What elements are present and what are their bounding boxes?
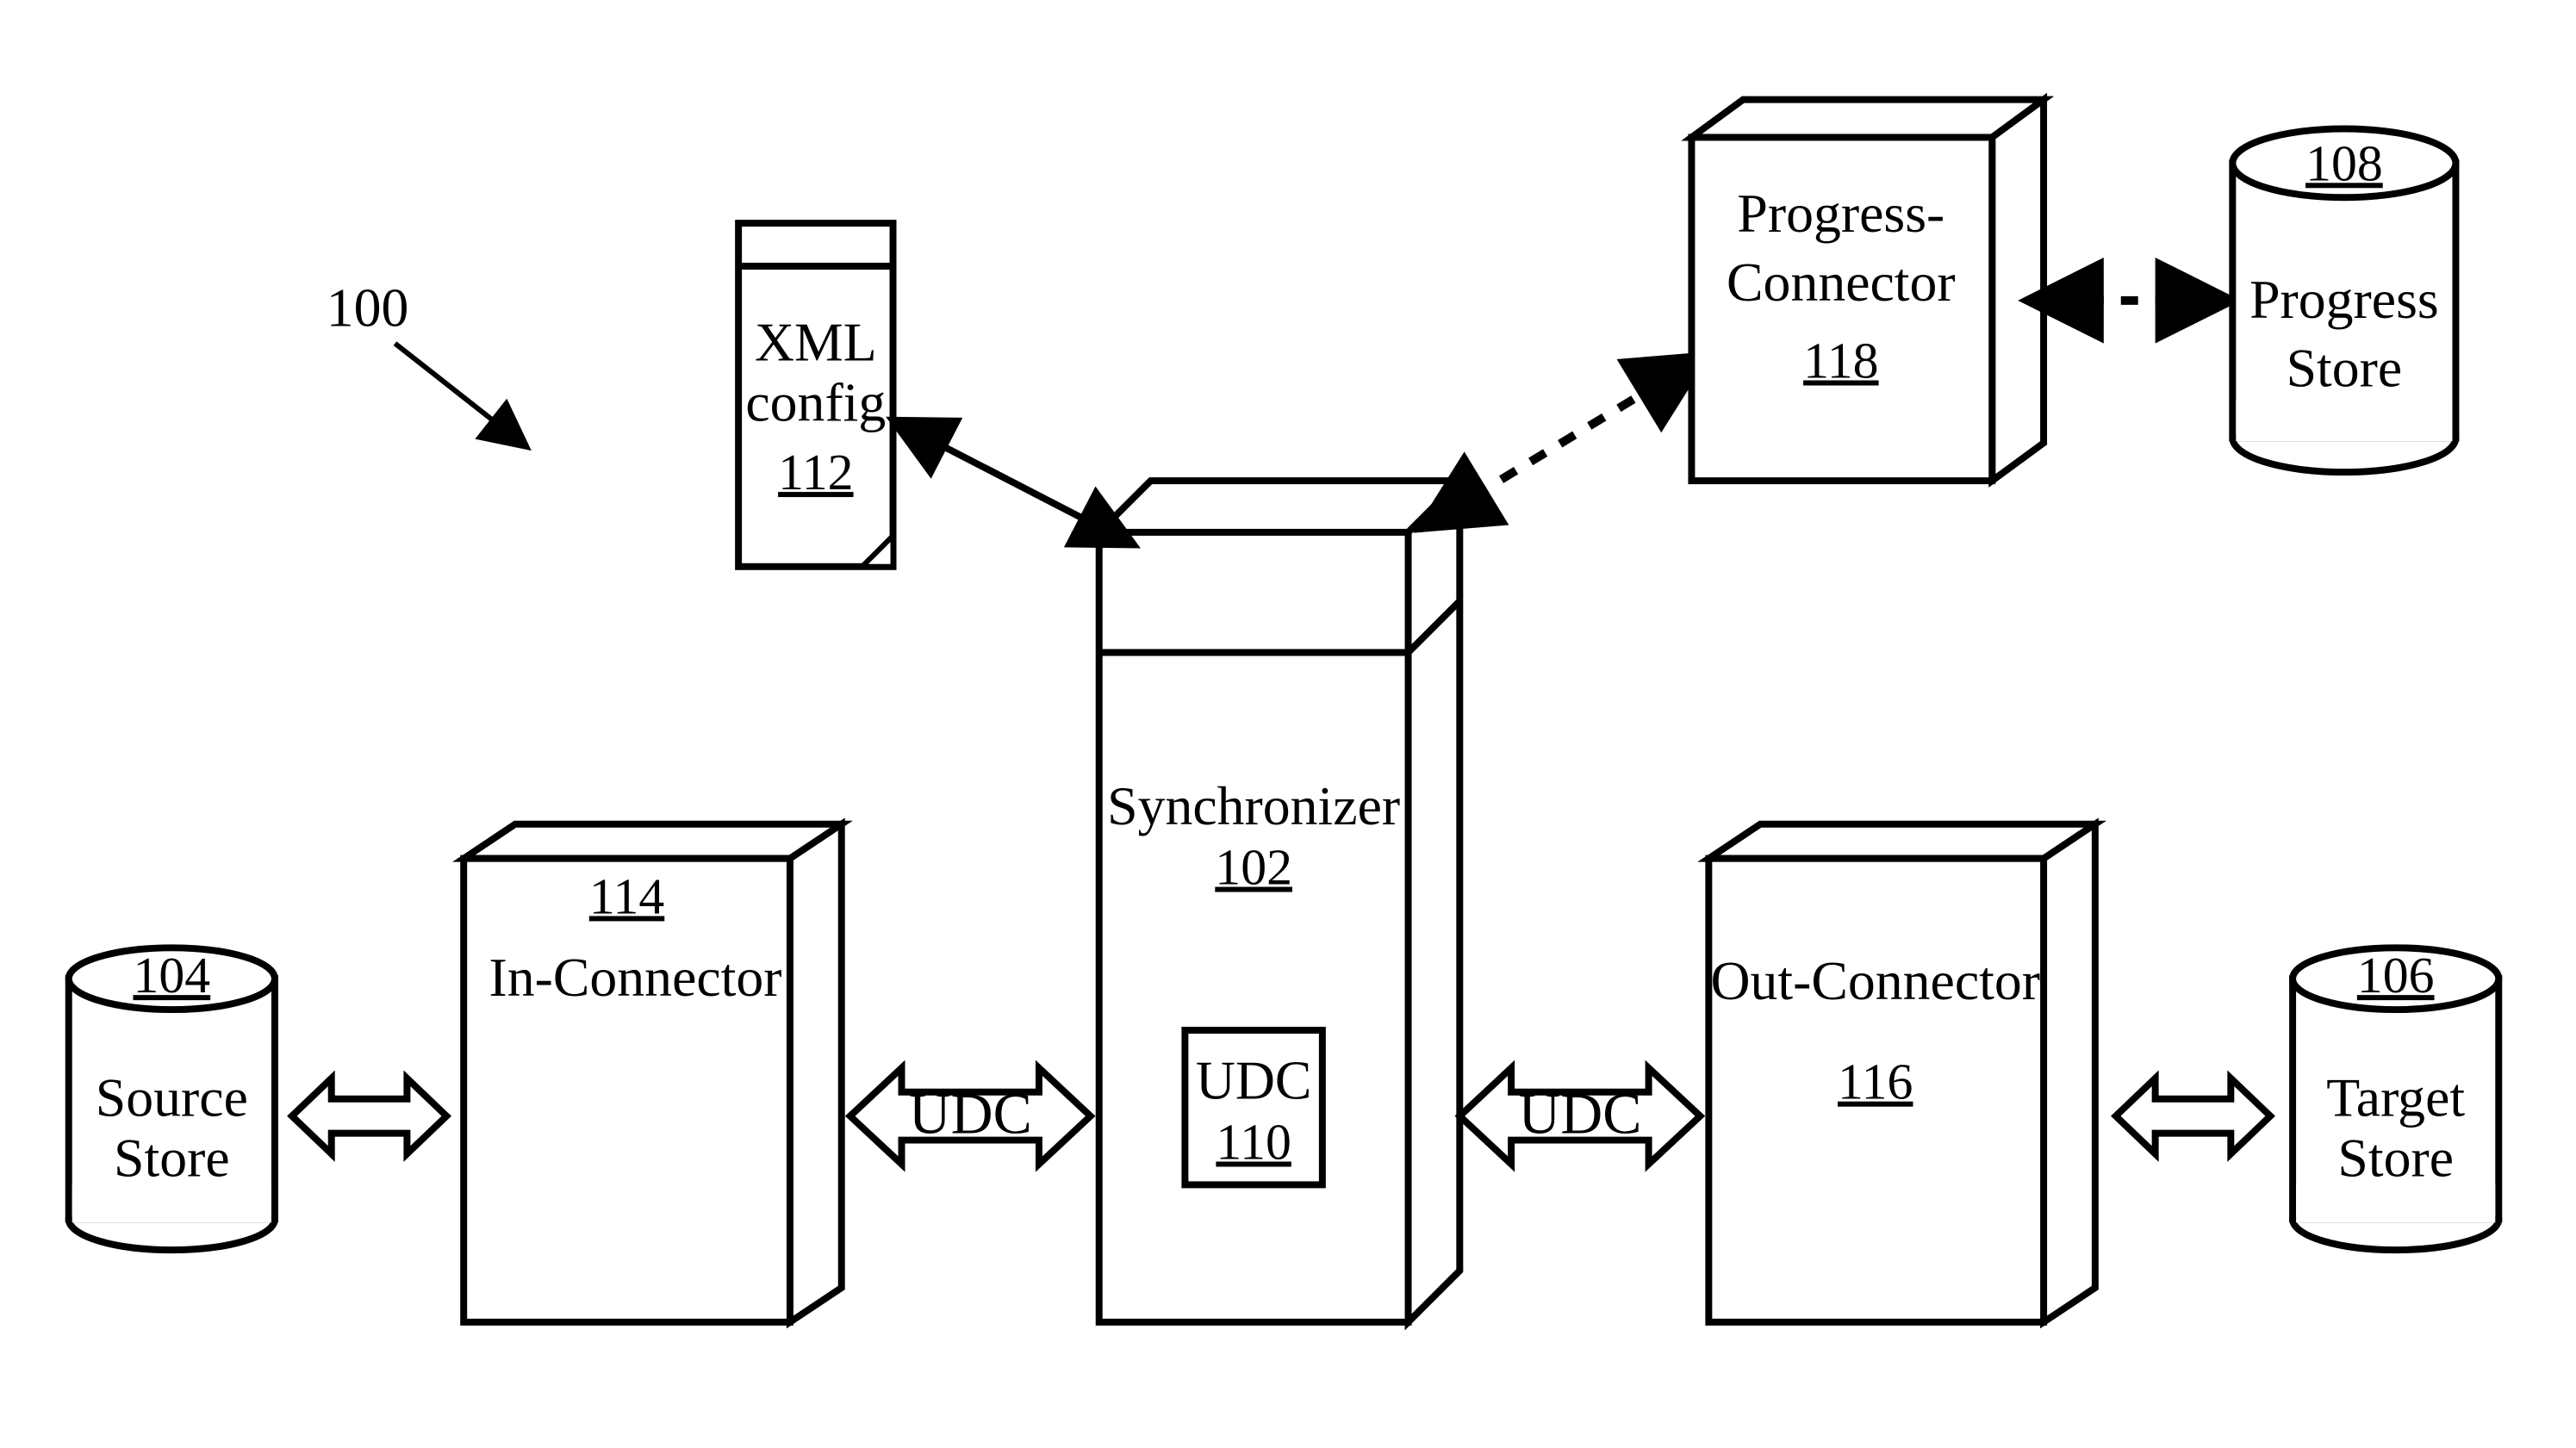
udc-right-label: UDC	[1518, 1082, 1641, 1147]
progress-store-label2: Store	[2287, 337, 2403, 398]
source-store-label1: Source	[96, 1067, 248, 1128]
xml-config-ref: 112	[778, 444, 853, 500]
progress-store: 108 Progress Store	[2232, 128, 2455, 472]
xml-config-label1: XML	[755, 312, 877, 373]
source-store: 104 Source Store	[69, 947, 275, 1250]
arrow-xml-sync	[910, 429, 1116, 536]
in-connector-label: In-Connector	[489, 947, 782, 1008]
system-reference: 100	[327, 277, 515, 438]
progress-connector-label1: Progress-	[1737, 183, 1944, 244]
source-store-ref: 104	[134, 947, 211, 1004]
target-store-label1: Target	[2326, 1067, 2465, 1128]
target-store-label2: Store	[2337, 1127, 2454, 1188]
arrow-source-in	[292, 1078, 446, 1154]
progress-connector: Progress- Connector 118	[1691, 100, 2044, 482]
system-reference-text: 100	[327, 277, 409, 339]
synchronizer-label: Synchronizer	[1107, 775, 1400, 836]
synchronizer: Synchronizer 102 UDC 110	[1099, 481, 1460, 1322]
target-store: 106 Target Store	[2293, 947, 2498, 1250]
udc-left-label: UDC	[909, 1082, 1032, 1147]
out-connector-ref: 116	[1838, 1053, 1913, 1110]
arrow-out-target	[2116, 1078, 2270, 1154]
xml-config: XML config 112	[738, 223, 893, 567]
out-connector-label: Out-Connector	[1710, 950, 2040, 1011]
source-store-label2: Store	[114, 1127, 230, 1188]
progress-store-label1: Progress	[2249, 269, 2439, 330]
in-connector: 114 In-Connector	[464, 824, 842, 1322]
progress-connector-label2: Connector	[1727, 252, 1956, 313]
udc-ref: 110	[1216, 1113, 1291, 1170]
xml-config-label2: config	[745, 371, 886, 432]
progress-connector-ref: 118	[1803, 332, 1878, 389]
arrow-sync-prog	[1442, 370, 1683, 515]
arrow-in-sync: UDC	[850, 1068, 1091, 1165]
synchronizer-ref: 102	[1215, 839, 1292, 896]
target-store-ref: 106	[2357, 947, 2435, 1004]
progress-store-ref: 108	[2305, 134, 2383, 191]
udc-label: UDC	[1196, 1050, 1312, 1111]
in-connector-ref: 114	[589, 867, 664, 924]
out-connector: Out-Connector 116	[1708, 824, 2094, 1322]
arrow-sync-out: UDC	[1459, 1068, 1700, 1165]
